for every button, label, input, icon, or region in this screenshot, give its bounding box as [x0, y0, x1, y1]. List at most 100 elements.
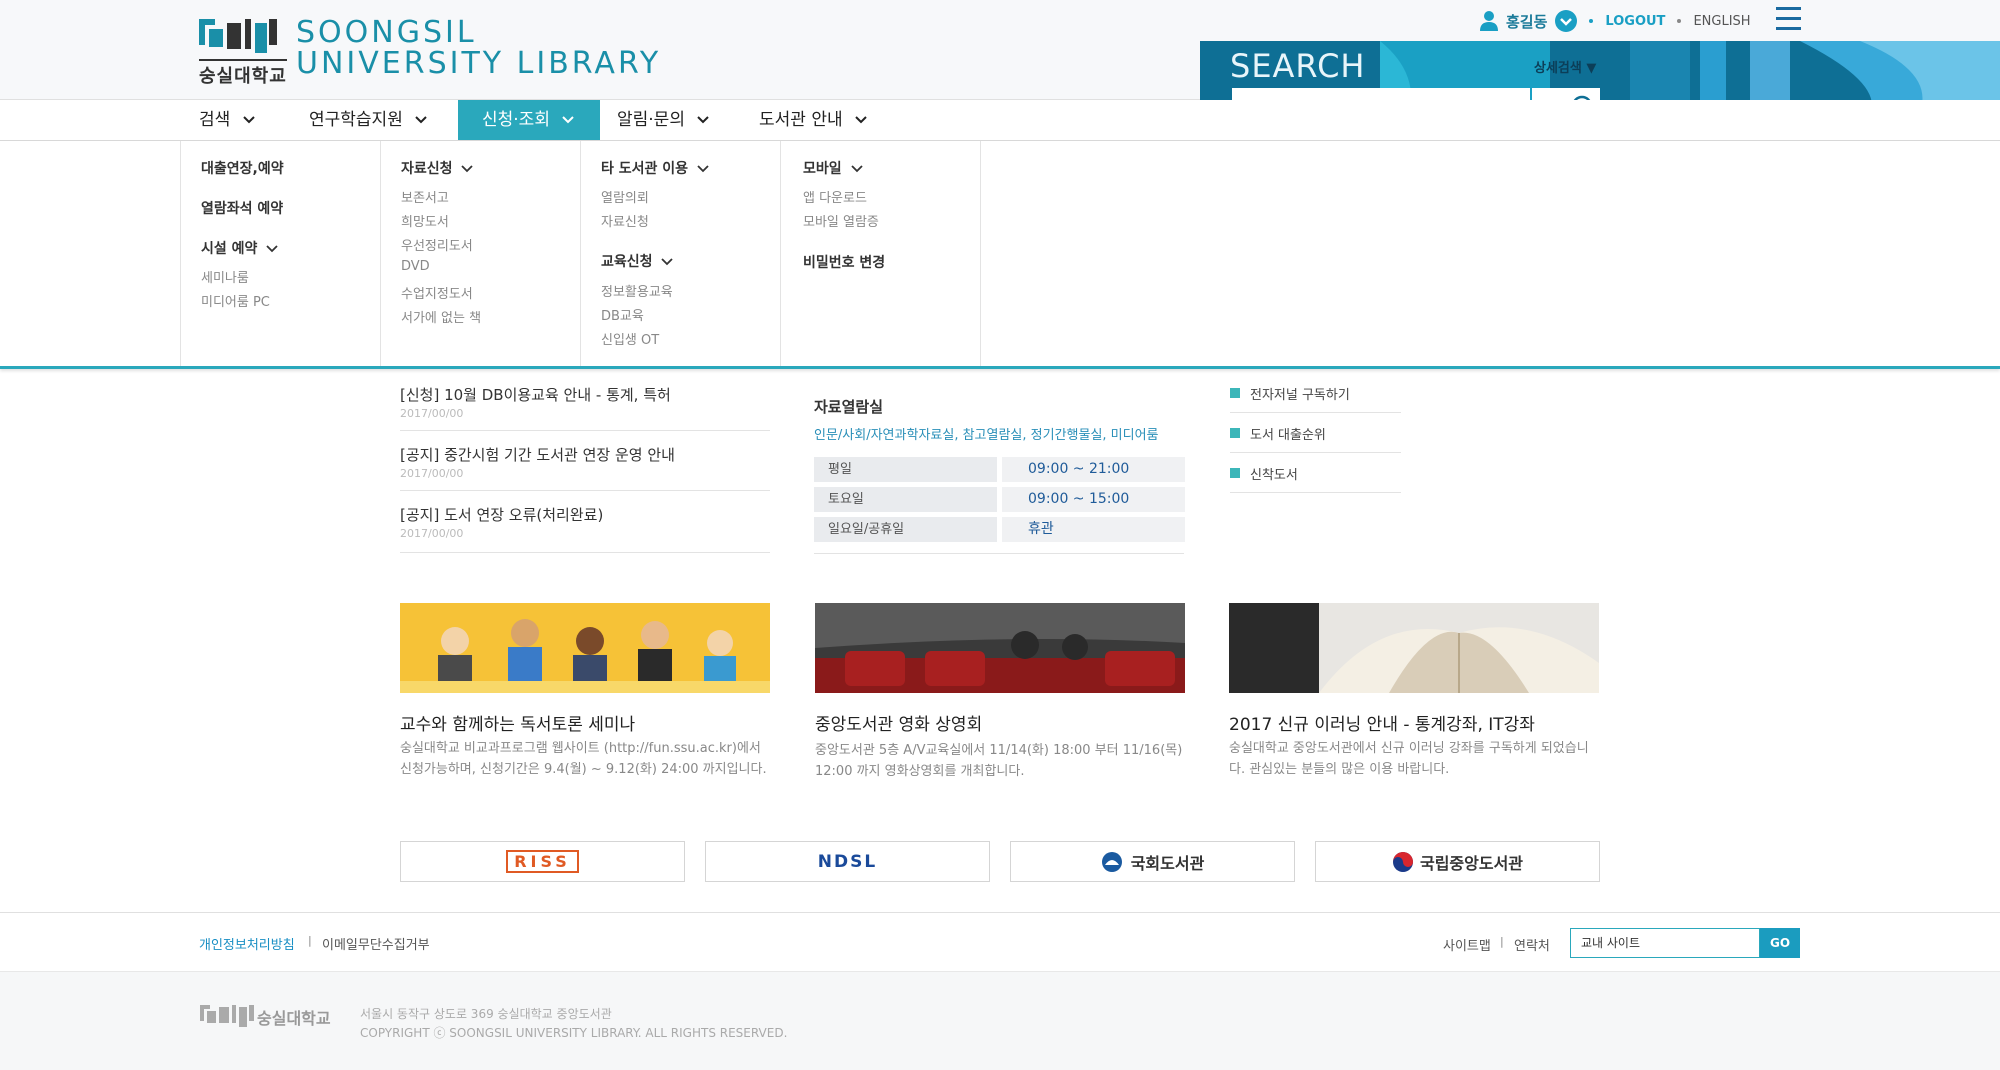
nav-label: 알림·문의	[617, 110, 685, 130]
user-name[interactable]: 홍길동	[1506, 11, 1547, 32]
sitemap-link[interactable]: 사이트맵	[1443, 935, 1491, 954]
english-link[interactable]: ENGLISH	[1693, 14, 1750, 29]
ndsl-logo: NDSL	[817, 851, 878, 872]
submenu-item[interactable]: 열람의뢰	[601, 187, 649, 206]
chevron-down-icon	[415, 116, 427, 124]
national-assembly-emblem-icon	[1101, 851, 1122, 872]
submenu-item[interactable]: 자료신청	[601, 211, 649, 230]
nav-item-search[interactable]: 검색	[199, 100, 256, 140]
logout-link[interactable]: LOGOUT	[1605, 14, 1665, 29]
submenu-item[interactable]: 정보활용교육	[601, 281, 673, 300]
menu-seat-reservation[interactable]: 열람좌석 예약	[201, 198, 283, 218]
divider	[1230, 452, 1401, 453]
menu-other-library[interactable]: 타 도서관 이용	[601, 158, 709, 178]
menu-change-password[interactable]: 비밀번호 변경	[803, 252, 885, 272]
card-title[interactable]: 2017 신규 이러닝 안내 - 통계강좌, IT강좌	[1229, 710, 1535, 735]
submenu-item[interactable]: DB교육	[601, 305, 644, 324]
footer-logo-text: 숭실대학교	[257, 1009, 331, 1028]
separator-dot	[1677, 19, 1682, 23]
apply-dropdown-menu: 대출연장,예약 열람좌석 예약 시설 예약 세미나룸 미디어룸 PC 자료신청 …	[0, 141, 2000, 369]
quick-link-new-books[interactable]: 신착도서	[1230, 464, 1298, 483]
divider	[1230, 412, 1401, 413]
banner-national-library[interactable]: 국립중앙도서관	[1315, 841, 1600, 882]
nav-item-apply[interactable]: 신청·조회	[458, 100, 600, 140]
hours-title: 자료열람실	[814, 398, 884, 416]
footer-copyright: COPYRIGHT ⓒ SOONGSIL UNIVERSITY LIBRARY.…	[360, 1026, 788, 1040]
notice-title[interactable]: [공지] 중간시험 기간 도서관 연장 운영 안내	[400, 444, 675, 465]
national-library-label: 국립중앙도서관	[1419, 853, 1524, 873]
advanced-search-link[interactable]: 상세검색 ▼	[1534, 57, 1596, 76]
banner-riss[interactable]: RISS	[400, 841, 685, 882]
nav-item-library-info[interactable]: 도서관 안내	[759, 100, 868, 140]
submenu-media-room-pc[interactable]: 미디어룸 PC	[201, 291, 270, 310]
chevron-down-icon	[266, 245, 278, 253]
card-title[interactable]: 교수와 함께하는 독서토론 세미나	[400, 710, 635, 735]
contact-link[interactable]: 연락처	[1514, 935, 1550, 954]
go-button[interactable]: GO	[1760, 928, 1800, 958]
submenu-item[interactable]: 보존서고	[401, 187, 449, 206]
submenu-item[interactable]: 우선정리도서	[401, 235, 473, 254]
card-description: 숭실대학교 비교과프로그램 웹사이트 (http://fun.ssu.ac.kr…	[400, 741, 767, 777]
university-logo-icon[interactable]	[199, 19, 278, 55]
bullet-icon	[1230, 468, 1240, 478]
notice-date: 2017/00/00	[400, 467, 464, 480]
submenu-mobile-id[interactable]: 모바일 열람증	[803, 211, 879, 230]
riss-logo: RISS	[506, 850, 579, 873]
menu-label: 모바일	[803, 161, 842, 177]
campus-site-select[interactable]: 교내 사이트	[1570, 928, 1760, 958]
bullet-icon	[1230, 388, 1240, 398]
nav-item-notice[interactable]: 알림·문의	[617, 100, 710, 140]
notice-title[interactable]: [신청] 10월 DB이용교육 안내 - 통계, 특허	[400, 384, 671, 405]
chevron-down-icon	[855, 116, 867, 124]
hamburger-menu-icon[interactable]	[1776, 7, 1801, 33]
dropdown-column-divider	[980, 141, 981, 366]
search-title: SEARCH	[1230, 47, 1366, 85]
hours-subtitle: 인문/사회/자연과학자료실, 참고열람실, 정기간행물실, 미디어룸	[814, 428, 1159, 443]
menu-education-request[interactable]: 교육신청	[601, 251, 674, 271]
menu-label: 자료신청	[401, 161, 453, 177]
taegeuk-icon	[1392, 851, 1413, 872]
submenu-app-download[interactable]: 앱 다운로드	[803, 187, 867, 206]
logo-english-line2[interactable]: UNIVERSITY LIBRARY	[296, 46, 661, 81]
submenu-item[interactable]: DVD	[401, 259, 430, 274]
banner-national-assembly-library[interactable]: 국회도서관	[1010, 841, 1295, 882]
dropdown-column: 대출연장,예약 열람좌석 예약 시설 예약 세미나룸 미디어룸 PC	[180, 141, 380, 366]
divider	[400, 430, 770, 431]
email-collection-refusal-link[interactable]: 이메일무단수집거부	[322, 934, 430, 953]
card-image-elearning[interactable]	[1229, 603, 1599, 693]
nav-label: 도서관 안내	[759, 110, 843, 130]
submenu-item[interactable]: 희망도서	[401, 211, 449, 230]
card-image-movie[interactable]	[815, 603, 1185, 693]
national-assembly-library-label: 국회도서관	[1130, 853, 1205, 873]
menu-facility-reservation[interactable]: 시설 예약	[201, 238, 278, 258]
notice-date: 2017/00/00	[400, 407, 464, 420]
menu-material-request[interactable]: 자료신청	[401, 158, 474, 178]
hours-time: 09:00 ~ 21:00	[1002, 457, 1185, 482]
logo-korean-text[interactable]: 숭실대학교	[199, 59, 287, 88]
quick-link-loan-ranking[interactable]: 도서 대출순위	[1230, 424, 1326, 443]
menu-loan-extension[interactable]: 대출연장,예약	[201, 158, 284, 178]
nav-item-research[interactable]: 연구학습지원	[309, 100, 428, 140]
bullet-icon	[1230, 428, 1240, 438]
submenu-item[interactable]: 수업지정도서	[401, 283, 473, 302]
submenu-seminar-room[interactable]: 세미나룸	[201, 267, 249, 286]
card-image-seminar[interactable]	[400, 603, 770, 693]
chevron-down-icon	[562, 116, 575, 124]
notice-title[interactable]: [공지] 도서 연장 오류(처리완료)	[400, 504, 603, 525]
chevron-down-icon	[661, 258, 674, 266]
submenu-item[interactable]: 신입생 OT	[601, 329, 659, 348]
user-dropdown-icon[interactable]	[1555, 10, 1578, 32]
separator: |	[1500, 935, 1504, 948]
banner-ndsl[interactable]: NDSL	[705, 841, 990, 882]
divider	[814, 553, 1184, 554]
logo-english-line1[interactable]: SOONGSIL	[296, 15, 477, 50]
quick-link-ejournal[interactable]: 전자저널 구독하기	[1230, 384, 1350, 403]
footer-logo-icon	[200, 1005, 254, 1027]
submenu-item[interactable]: 서가에 없는 책	[401, 307, 481, 326]
privacy-policy-link[interactable]: 개인정보처리방침	[199, 934, 295, 953]
menu-mobile[interactable]: 모바일	[803, 158, 863, 178]
card-title[interactable]: 중앙도서관 영화 상영회	[815, 710, 982, 735]
quick-link-label: 도서 대출순위	[1250, 428, 1326, 443]
nav-label: 검색	[199, 110, 231, 130]
user-icon	[1480, 11, 1498, 31]
